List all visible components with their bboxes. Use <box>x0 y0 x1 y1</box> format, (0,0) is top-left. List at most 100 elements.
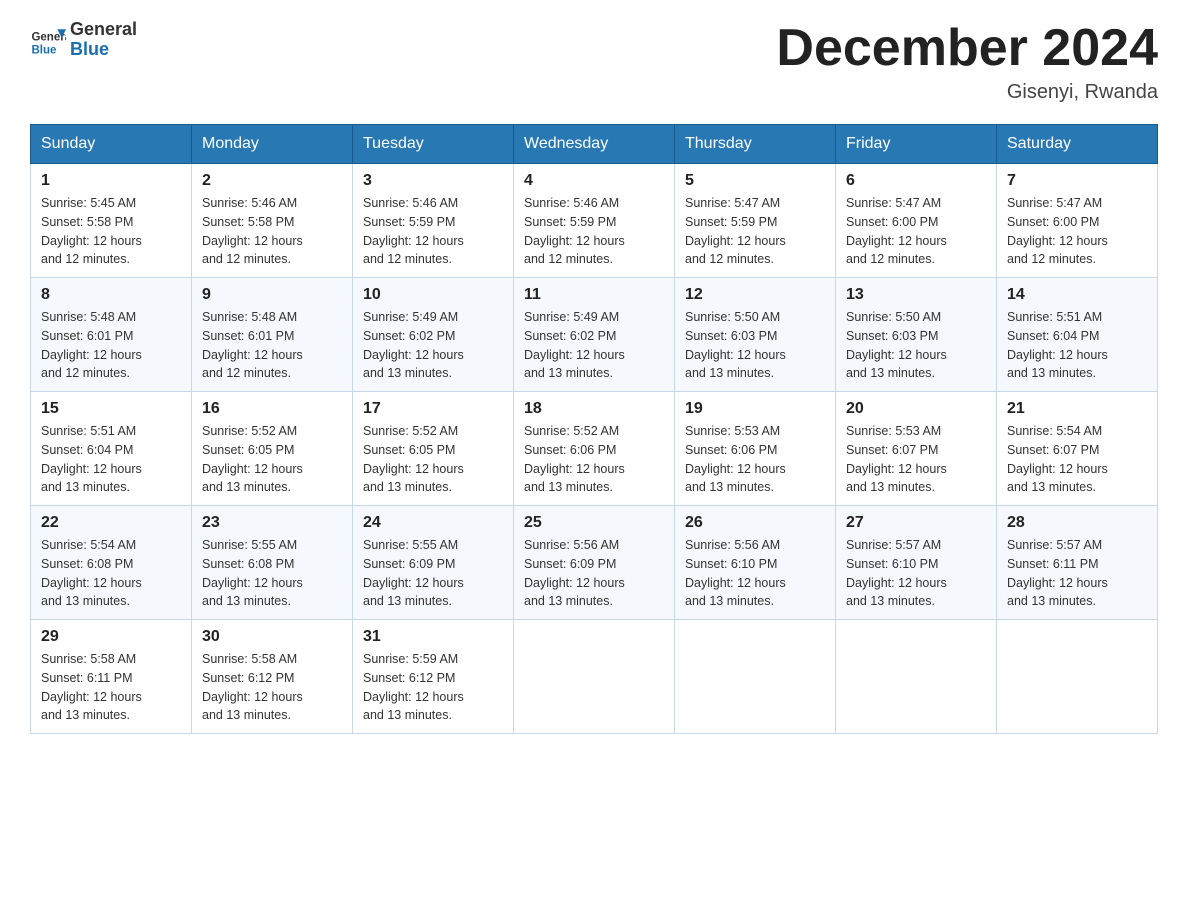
day-number: 31 <box>363 628 503 646</box>
calendar-week-5: 29Sunrise: 5:58 AM Sunset: 6:11 PM Dayli… <box>31 620 1158 734</box>
calendar-header-row: SundayMondayTuesdayWednesdayThursdayFrid… <box>31 125 1158 164</box>
day-number: 23 <box>202 514 342 532</box>
logo-blue-text: Blue <box>70 40 137 60</box>
calendar-cell: 14 Sunrise: 5:51 AM Sunset: 6:04 PM Dayli… <box>997 278 1158 392</box>
day-info: Sunrise: 5:51 AM Sunset: 6:04 PM Dayligh… <box>1007 308 1147 383</box>
calendar-cell: 31 Sunrise: 5:59 AM Sunset: 6:12 PM Dayli… <box>353 620 514 734</box>
calendar-cell: 26 Sunrise: 5:56 AM Sunset: 6:10 PM Dayli… <box>675 506 836 620</box>
day-number: 14 <box>1007 286 1147 304</box>
calendar-cell: 29Sunrise: 5:58 AM Sunset: 6:11 PM Dayli… <box>31 620 192 734</box>
calendar-cell <box>514 620 675 734</box>
day-info: Sunrise: 5:56 AM Sunset: 6:09 PM Dayligh… <box>524 536 664 611</box>
calendar-cell <box>997 620 1158 734</box>
day-number: 25 <box>524 514 664 532</box>
day-number: 10 <box>363 286 503 304</box>
day-number: 30 <box>202 628 342 646</box>
day-number: 18 <box>524 400 664 418</box>
calendar-cell: 2 Sunrise: 5:46 AM Sunset: 5:58 PM Daylig… <box>192 164 353 278</box>
day-number: 26 <box>685 514 825 532</box>
calendar-cell: 25 Sunrise: 5:56 AM Sunset: 6:09 PM Dayli… <box>514 506 675 620</box>
day-info: Sunrise: 5:54 AM Sunset: 6:08 PM Dayligh… <box>41 536 181 611</box>
day-info: Sunrise: 5:57 AM Sunset: 6:10 PM Dayligh… <box>846 536 986 611</box>
calendar-cell: 12Sunrise: 5:50 AM Sunset: 6:03 PM Dayli… <box>675 278 836 392</box>
day-info: Sunrise: 5:56 AM Sunset: 6:10 PM Dayligh… <box>685 536 825 611</box>
day-number: 4 <box>524 172 664 190</box>
day-info: Sunrise: 5:48 AM Sunset: 6:01 PM Dayligh… <box>41 308 181 383</box>
calendar-cell: 24 Sunrise: 5:55 AM Sunset: 6:09 PM Dayli… <box>353 506 514 620</box>
logo: General Blue General Blue <box>30 20 137 60</box>
day-info: Sunrise: 5:46 AM Sunset: 5:59 PM Dayligh… <box>363 194 503 269</box>
calendar-cell: 15 Sunrise: 5:51 AM Sunset: 6:04 PM Dayli… <box>31 392 192 506</box>
calendar-cell: 9Sunrise: 5:48 AM Sunset: 6:01 PM Daylig… <box>192 278 353 392</box>
calendar-week-4: 22 Sunrise: 5:54 AM Sunset: 6:08 PM Dayli… <box>31 506 1158 620</box>
day-number: 8 <box>41 286 181 304</box>
col-header-saturday: Saturday <box>997 125 1158 164</box>
day-info: Sunrise: 5:55 AM Sunset: 6:08 PM Dayligh… <box>202 536 342 611</box>
calendar-cell: 8 Sunrise: 5:48 AM Sunset: 6:01 PM Daylig… <box>31 278 192 392</box>
location: Gisenyi, Rwanda <box>776 81 1158 104</box>
col-header-tuesday: Tuesday <box>353 125 514 164</box>
day-number: 17 <box>363 400 503 418</box>
calendar-cell: 17 Sunrise: 5:52 AM Sunset: 6:05 PM Dayli… <box>353 392 514 506</box>
logo-general-text: General <box>70 20 137 40</box>
day-number: 7 <box>1007 172 1147 190</box>
day-info: Sunrise: 5:50 AM Sunset: 6:03 PM Dayligh… <box>846 308 986 383</box>
calendar-cell: 18 Sunrise: 5:52 AM Sunset: 6:06 PM Dayli… <box>514 392 675 506</box>
calendar-cell: 13 Sunrise: 5:50 AM Sunset: 6:03 PM Dayli… <box>836 278 997 392</box>
calendar-table: SundayMondayTuesdayWednesdayThursdayFrid… <box>30 124 1158 734</box>
day-number: 1 <box>41 172 181 190</box>
col-header-sunday: Sunday <box>31 125 192 164</box>
calendar-cell: 7 Sunrise: 5:47 AM Sunset: 6:00 PM Daylig… <box>997 164 1158 278</box>
calendar-cell: 19Sunrise: 5:53 AM Sunset: 6:06 PM Dayli… <box>675 392 836 506</box>
calendar-cell: 23 Sunrise: 5:55 AM Sunset: 6:08 PM Dayli… <box>192 506 353 620</box>
calendar-cell <box>675 620 836 734</box>
day-number: 6 <box>846 172 986 190</box>
day-info: Sunrise: 5:52 AM Sunset: 6:05 PM Dayligh… <box>363 422 503 497</box>
col-header-friday: Friday <box>836 125 997 164</box>
calendar-cell: 4 Sunrise: 5:46 AM Sunset: 5:59 PM Daylig… <box>514 164 675 278</box>
day-number: 13 <box>846 286 986 304</box>
day-info: Sunrise: 5:46 AM Sunset: 5:59 PM Dayligh… <box>524 194 664 269</box>
day-number: 11 <box>524 286 664 304</box>
day-number: 3 <box>363 172 503 190</box>
day-number: 16 <box>202 400 342 418</box>
day-info: Sunrise: 5:52 AM Sunset: 6:05 PM Dayligh… <box>202 422 342 497</box>
calendar-body: 1 Sunrise: 5:45 AM Sunset: 5:58 PM Daylig… <box>31 164 1158 734</box>
day-info: Sunrise: 5:47 AM Sunset: 6:00 PM Dayligh… <box>1007 194 1147 269</box>
calendar-cell: 27Sunrise: 5:57 AM Sunset: 6:10 PM Dayli… <box>836 506 997 620</box>
calendar-cell: 21 Sunrise: 5:54 AM Sunset: 6:07 PM Dayli… <box>997 392 1158 506</box>
day-info: Sunrise: 5:58 AM Sunset: 6:11 PM Dayligh… <box>41 650 181 725</box>
calendar-cell: 6 Sunrise: 5:47 AM Sunset: 6:00 PM Daylig… <box>836 164 997 278</box>
day-number: 24 <box>363 514 503 532</box>
calendar-cell: 5Sunrise: 5:47 AM Sunset: 5:59 PM Daylig… <box>675 164 836 278</box>
day-number: 2 <box>202 172 342 190</box>
calendar-cell: 3 Sunrise: 5:46 AM Sunset: 5:59 PM Daylig… <box>353 164 514 278</box>
day-number: 15 <box>41 400 181 418</box>
calendar-cell: 30Sunrise: 5:58 AM Sunset: 6:12 PM Dayli… <box>192 620 353 734</box>
day-info: Sunrise: 5:52 AM Sunset: 6:06 PM Dayligh… <box>524 422 664 497</box>
day-info: Sunrise: 5:46 AM Sunset: 5:58 PM Dayligh… <box>202 194 342 269</box>
day-info: Sunrise: 5:59 AM Sunset: 6:12 PM Dayligh… <box>363 650 503 725</box>
calendar-cell: 20Sunrise: 5:53 AM Sunset: 6:07 PM Dayli… <box>836 392 997 506</box>
col-header-wednesday: Wednesday <box>514 125 675 164</box>
day-info: Sunrise: 5:57 AM Sunset: 6:11 PM Dayligh… <box>1007 536 1147 611</box>
calendar-week-3: 15 Sunrise: 5:51 AM Sunset: 6:04 PM Dayli… <box>31 392 1158 506</box>
calendar-cell <box>836 620 997 734</box>
day-number: 19 <box>685 400 825 418</box>
day-number: 22 <box>41 514 181 532</box>
calendar-week-2: 8 Sunrise: 5:48 AM Sunset: 6:01 PM Daylig… <box>31 278 1158 392</box>
calendar-week-1: 1 Sunrise: 5:45 AM Sunset: 5:58 PM Daylig… <box>31 164 1158 278</box>
day-info: Sunrise: 5:49 AM Sunset: 6:02 PM Dayligh… <box>363 308 503 383</box>
day-info: Sunrise: 5:55 AM Sunset: 6:09 PM Dayligh… <box>363 536 503 611</box>
day-info: Sunrise: 5:51 AM Sunset: 6:04 PM Dayligh… <box>41 422 181 497</box>
day-info: Sunrise: 5:45 AM Sunset: 5:58 PM Dayligh… <box>41 194 181 269</box>
day-number: 21 <box>1007 400 1147 418</box>
day-info: Sunrise: 5:54 AM Sunset: 6:07 PM Dayligh… <box>1007 422 1147 497</box>
day-info: Sunrise: 5:48 AM Sunset: 6:01 PM Dayligh… <box>202 308 342 383</box>
col-header-monday: Monday <box>192 125 353 164</box>
calendar-cell: 11Sunrise: 5:49 AM Sunset: 6:02 PM Dayli… <box>514 278 675 392</box>
day-info: Sunrise: 5:47 AM Sunset: 6:00 PM Dayligh… <box>846 194 986 269</box>
calendar-cell: 28 Sunrise: 5:57 AM Sunset: 6:11 PM Dayli… <box>997 506 1158 620</box>
day-number: 28 <box>1007 514 1147 532</box>
calendar-cell: 10 Sunrise: 5:49 AM Sunset: 6:02 PM Dayli… <box>353 278 514 392</box>
